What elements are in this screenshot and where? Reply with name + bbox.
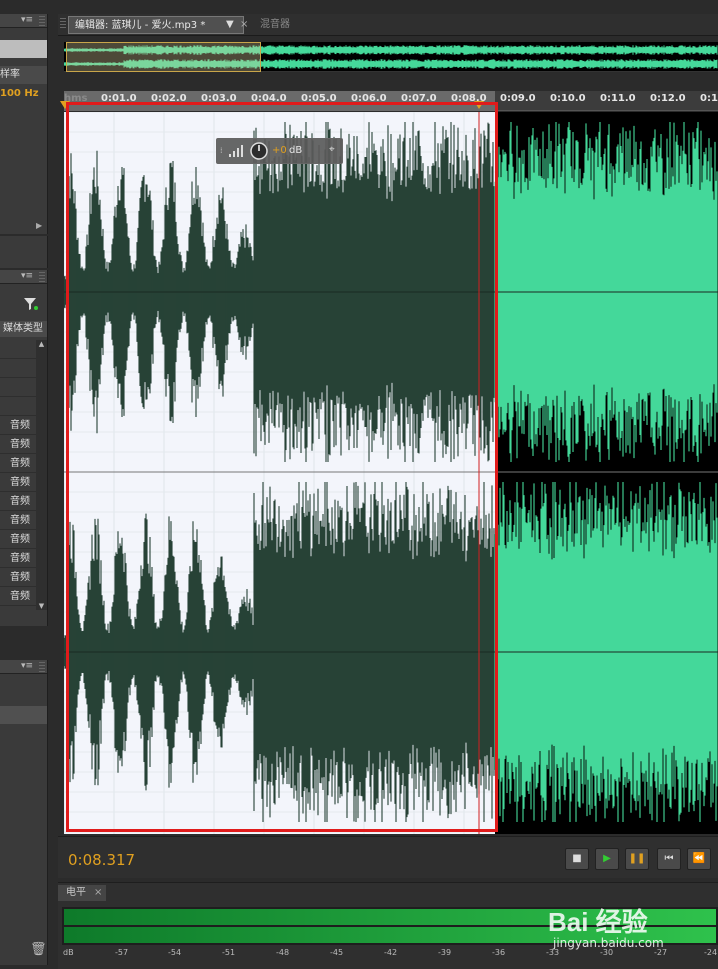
tick-label: 0:13 <box>700 93 718 104</box>
list-item[interactable]: 音频 <box>0 530 36 549</box>
list-item[interactable]: 音频 <box>0 511 36 530</box>
list-item[interactable]: 音频 <box>0 492 36 511</box>
watermark-brand: Bai 经验 <box>548 907 648 937</box>
level-panel-title: 电平 <box>66 887 86 898</box>
history-panel-header: ▾≡ <box>0 660 47 674</box>
tab-close-icon[interactable]: × <box>234 16 254 34</box>
level-close-icon[interactable]: × <box>94 885 102 901</box>
scale-label: -48 <box>276 948 290 957</box>
scroll-down-icon[interactable]: ▼ <box>36 602 47 610</box>
scrollbar[interactable]: ▲ ▼ <box>36 340 47 610</box>
panel-menu-icon[interactable]: ▾≡ <box>21 271 33 281</box>
grip-icon[interactable] <box>60 18 66 28</box>
list-item[interactable]: 音频 <box>0 473 36 492</box>
rewind-button[interactable]: ⏪ <box>687 848 711 870</box>
scroll-up-icon[interactable]: ▲ <box>36 340 47 348</box>
scale-label: -42 <box>384 948 398 957</box>
list-item[interactable]: 音频 <box>0 587 36 606</box>
trash-icon[interactable]: 🗑 <box>30 942 47 957</box>
tab-editor[interactable]: 编辑器: 蓝琪儿 - 爱火.mp3 * <box>68 16 244 34</box>
scale-label: -24 <box>704 948 718 957</box>
pause-button[interactable]: ❚❚ <box>625 848 649 870</box>
list-item[interactable]: 音频 <box>0 435 36 454</box>
history-item[interactable] <box>0 706 47 724</box>
overview-viewport[interactable] <box>66 42 261 72</box>
panel-menu-icon[interactable]: ▾≡ <box>21 661 33 671</box>
media-panel: ▾≡ 媒体类型 音频 音频 音频 音频 音频 音频 音频 音频 音频 音频 ▲ … <box>0 270 48 626</box>
list-item[interactable]: 音频 <box>0 454 36 473</box>
tick-label: 0:12.0 <box>650 93 686 104</box>
stop-button[interactable]: ■ <box>565 848 589 870</box>
tab-mixer[interactable]: 混音器 <box>254 16 296 34</box>
scale-label: -36 <box>492 948 506 957</box>
files-panel: ▾≡ 样率 100 Hz ▶ <box>0 14 48 234</box>
tick-label: 0:09.0 <box>500 93 536 104</box>
transport-bar <box>58 836 718 878</box>
grip-icon[interactable] <box>39 16 45 26</box>
scroll-right-icon[interactable]: ▶ <box>36 221 42 230</box>
media-list: 音频 音频 音频 音频 音频 音频 音频 音频 音频 音频 <box>0 340 36 606</box>
selected-file-row[interactable] <box>0 40 47 58</box>
grip-icon[interactable] <box>39 662 45 672</box>
scale-label: -51 <box>222 948 236 957</box>
scale-label: -54 <box>168 948 182 957</box>
scale-label: -45 <box>330 948 344 957</box>
current-time[interactable]: 0:08.317 <box>68 851 135 869</box>
highlight-box <box>66 102 498 832</box>
play-button[interactable]: ▶ <box>595 848 619 870</box>
filter-icon[interactable] <box>24 298 38 310</box>
sample-rate-value: 100 Hz <box>0 88 39 99</box>
sample-rate-header: 样率 <box>0 66 47 84</box>
scale-label: -39 <box>438 948 452 957</box>
list-item[interactable]: 音频 <box>0 549 36 568</box>
editor-tabbar: 编辑器: 蓝琪儿 - 爱火.mp3 * ▼ × 混音器 <box>58 14 718 36</box>
tick-label: 0:10.0 <box>550 93 586 104</box>
watermark-url: jingyan.baidu.com <box>553 936 664 950</box>
media-panel-header: ▾≡ <box>0 270 47 284</box>
scale-label: dB <box>63 948 74 957</box>
spacer-panel <box>0 236 48 268</box>
tab-editor-label: 编辑器: 蓝琪儿 - 爱火.mp3 * <box>75 20 206 31</box>
top-strip <box>0 0 718 14</box>
list-item[interactable]: 音频 <box>0 416 36 435</box>
media-type-header[interactable]: 媒体类型 <box>0 321 47 337</box>
list-item[interactable]: 音频 <box>0 568 36 587</box>
files-panel-header: ▾≡ <box>0 14 47 28</box>
panel-menu-icon[interactable]: ▾≡ <box>21 15 33 25</box>
tick-label: 0:11.0 <box>600 93 636 104</box>
scale-label: -57 <box>115 948 129 957</box>
skip-start-button[interactable]: ⏮ <box>657 848 681 870</box>
grip-icon[interactable] <box>39 272 45 282</box>
watermark-logo: Bai 经验 <box>548 902 648 939</box>
level-panel-header: 电平 × <box>58 885 106 901</box>
history-panel: ▾≡ 🗑 <box>0 660 48 965</box>
